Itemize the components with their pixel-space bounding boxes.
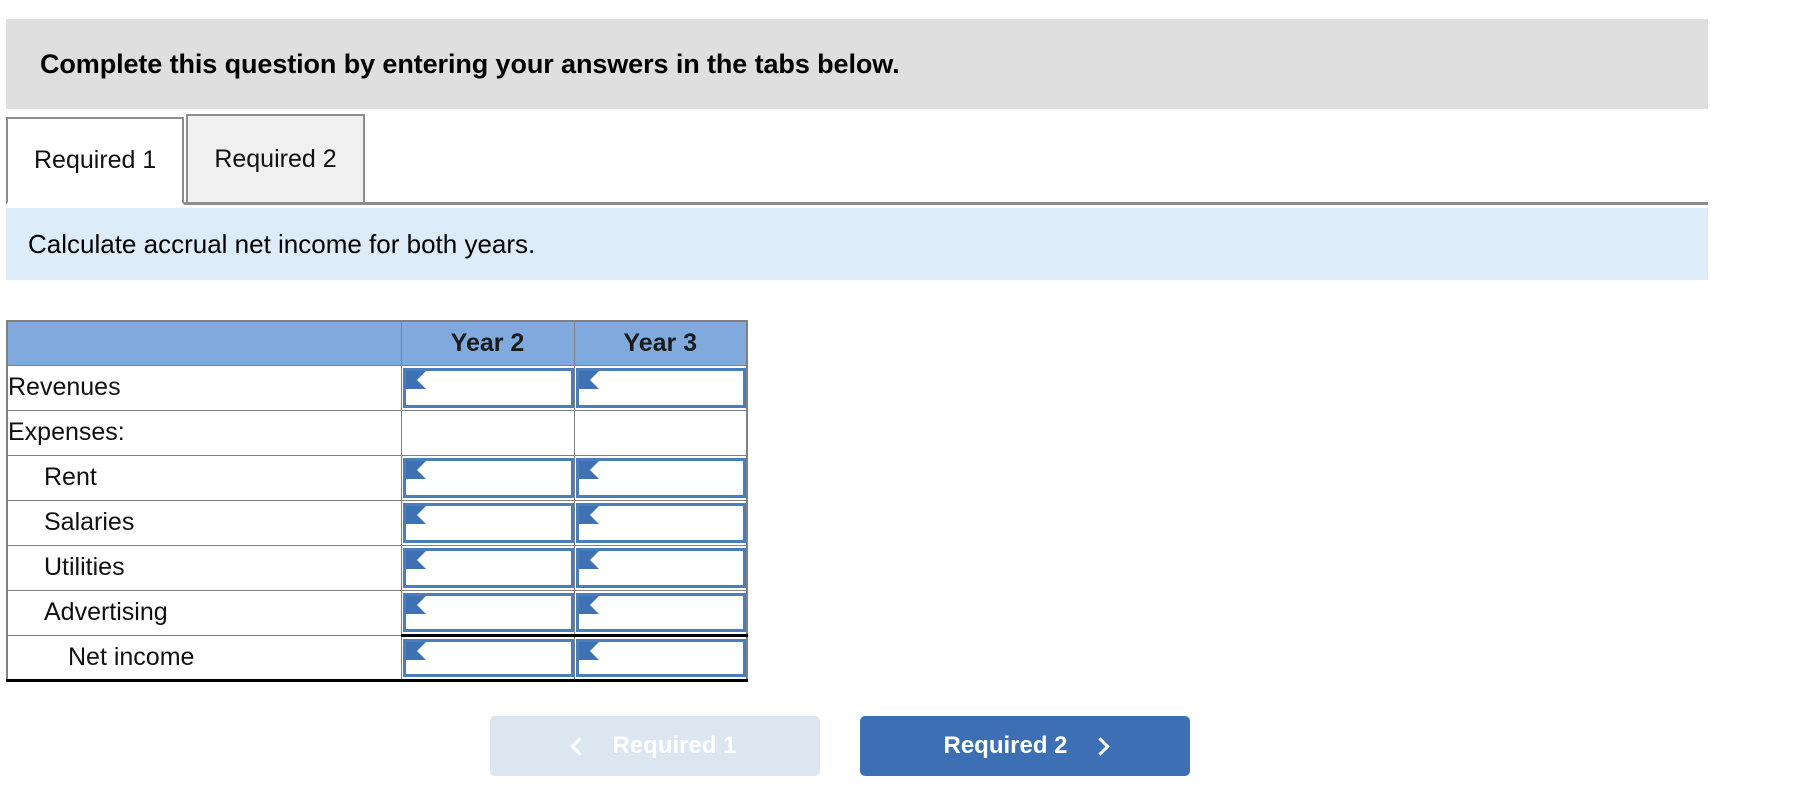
table-row: Net income [6, 633, 748, 682]
input-wrapper [402, 457, 574, 498]
cell-year-2[interactable] [400, 544, 575, 591]
cell-year-3[interactable] [573, 633, 748, 682]
sub-instruction-bar: Calculate accrual net income for both ye… [6, 208, 1708, 280]
required-1-prev-button[interactable]: Required 1 [490, 716, 820, 776]
cell-year-2[interactable] [400, 499, 575, 546]
tab-required-2[interactable]: Required 2 [186, 114, 365, 202]
cell-year-3[interactable] [573, 454, 748, 501]
question-banner: Complete this question by entering your … [6, 19, 1708, 109]
question-banner-text: Complete this question by entering your … [40, 48, 900, 79]
input-wrapper [575, 547, 746, 588]
required-2-next-button[interactable]: Required 2 [860, 716, 1190, 776]
input-wrapper [575, 638, 746, 677]
column-header-year-2: Year 2 [400, 320, 575, 366]
row-label-utilities: Utilities [6, 544, 402, 591]
cell-year-3[interactable] [573, 544, 748, 591]
table-header: Year 2 Year 3 [6, 320, 748, 366]
required-2-next-label: Required 2 [943, 732, 1068, 759]
nav-buttons: Required 1 Required 2 [490, 715, 1190, 777]
amount-input-year-3[interactable] [578, 641, 743, 674]
sub-instruction-text: Calculate accrual net income for both ye… [28, 228, 536, 259]
cell-year-3[interactable] [573, 364, 748, 411]
table-row: Advertising [6, 589, 748, 636]
table-body: Revenues Expenses: Rent Salaries Utilities Ad… [6, 364, 748, 682]
input-wrapper [575, 367, 746, 408]
amount-input-year-2[interactable] [405, 550, 571, 585]
amount-input-year-3[interactable] [578, 460, 743, 495]
row-label-revenues: Revenues [6, 364, 402, 411]
chevron-right-icon [1090, 736, 1110, 756]
cell-year-2[interactable] [400, 589, 575, 636]
row-label-advertising: Advertising [6, 589, 402, 636]
amount-input-year-2[interactable] [405, 370, 571, 405]
cell-year-2[interactable] [400, 364, 575, 411]
tab-strip: Required 1 Required 2 [6, 114, 1708, 205]
input-wrapper [575, 592, 746, 632]
input-wrapper [402, 367, 574, 408]
amount-input-year-3[interactable] [578, 505, 743, 540]
table-row: Rent [6, 454, 748, 501]
table-header-row: Year 2 Year 3 [6, 320, 748, 366]
input-wrapper [402, 502, 574, 543]
input-wrapper [402, 547, 574, 588]
chevron-left-icon [570, 736, 590, 756]
row-label-salaries: Salaries [6, 499, 402, 546]
tab-required-2-label: Required 2 [214, 144, 337, 173]
tab-required-1[interactable]: Required 1 [6, 117, 185, 205]
input-wrapper [575, 457, 746, 498]
row-label-expenses: Expenses: [6, 409, 402, 456]
amount-input-year-2[interactable] [405, 641, 571, 674]
cell-year-3[interactable] [573, 589, 748, 636]
table-row: Expenses: [6, 409, 748, 456]
required-1-prev-label: Required 1 [612, 732, 737, 759]
accrual-income-table: Year 2 Year 3 Revenues Expenses: Rent Salar… [6, 320, 748, 682]
row-label-rent: Rent [6, 454, 402, 501]
amount-input-year-2[interactable] [405, 595, 571, 629]
amount-input-year-3[interactable] [578, 370, 743, 405]
column-header-blank [6, 320, 402, 366]
amount-input-year-2[interactable] [405, 505, 571, 540]
input-wrapper [402, 592, 574, 632]
amount-input-year-3[interactable] [578, 550, 743, 585]
table-row: Utilities [6, 544, 748, 591]
input-wrapper [575, 502, 746, 543]
column-header-year-3: Year 3 [573, 320, 748, 366]
cell-year-3 [573, 409, 748, 456]
amount-input-year-3[interactable] [578, 595, 743, 629]
cell-year-2 [400, 409, 575, 456]
input-wrapper [402, 638, 574, 677]
cell-year-3[interactable] [573, 499, 748, 546]
table-row: Salaries [6, 499, 748, 546]
table-row: Revenues [6, 364, 748, 411]
tab-required-1-label: Required 1 [34, 146, 157, 174]
cell-year-2[interactable] [400, 454, 575, 501]
row-label-net-income: Net income [6, 634, 402, 682]
amount-input-year-2[interactable] [405, 460, 571, 495]
exercise-page: Complete this question by entering your … [0, 0, 1806, 794]
cell-year-2[interactable] [400, 633, 575, 682]
